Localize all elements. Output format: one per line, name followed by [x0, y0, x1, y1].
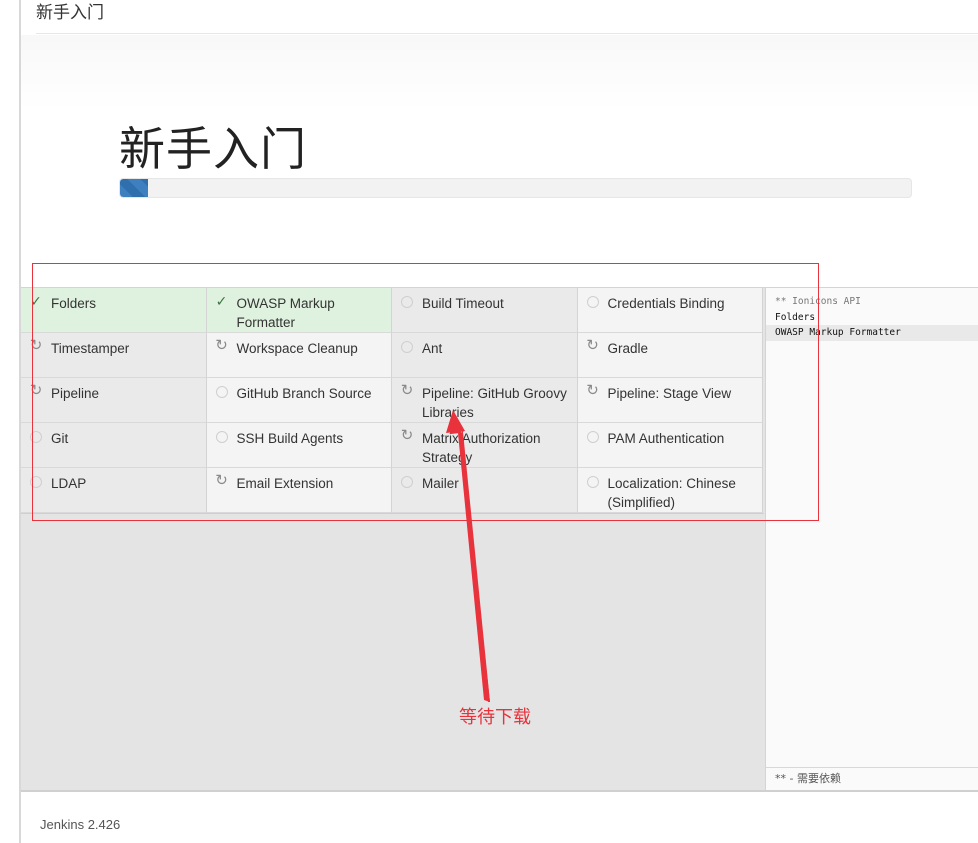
plugin-label: Localization: Chinese (Simplified): [607, 476, 736, 510]
plugin-label: Pipeline: [51, 386, 100, 401]
circle-icon: [401, 476, 413, 488]
plugin-item: Mailer: [392, 468, 578, 513]
plugin-label: Timestamper: [51, 341, 130, 356]
plugin-item: ↻ Timestamper: [21, 333, 207, 378]
plugin-label: Ant: [422, 341, 443, 356]
install-progress-fill: [120, 179, 148, 197]
plugin-item: ✓ OWASP Markup Formatter: [206, 288, 392, 333]
plugin-item: Git: [21, 423, 207, 468]
circle-icon: [586, 476, 599, 488]
circle-icon: [401, 296, 413, 308]
plugin-label: Pipeline: Stage View: [607, 386, 732, 401]
plugin-install-area: ✓ Folders ✓ OWASP Markup Formatter Build Tim…: [21, 287, 765, 790]
plugin-item: LDAP: [21, 468, 207, 513]
check-icon: ✓: [215, 293, 228, 309]
spinner-icon: ↻: [586, 382, 599, 399]
circle-icon: [401, 341, 413, 353]
page-footer: Jenkins 2.426: [21, 790, 978, 843]
circle-icon: [215, 431, 228, 443]
spinner-icon: ↻: [586, 337, 599, 354]
spinner-icon: ↻: [215, 472, 228, 489]
plugin-item: ↻ Pipeline: GitHub Groovy Libraries: [392, 378, 578, 423]
install-log-panel[interactable]: ** Ionicons API Folders OWASP Markup For…: [765, 287, 978, 790]
plugin-item: Ant: [392, 333, 578, 378]
plugin-item: SSH Build Agents: [206, 423, 392, 468]
plugin-item: ↻ Pipeline: Stage View: [577, 378, 763, 423]
plugin-item: ✓ Folders: [21, 288, 207, 333]
plugin-label: Build Timeout: [422, 296, 504, 311]
plugin-item: Localization: Chinese (Simplified): [577, 468, 763, 513]
plugin-label: Mailer: [422, 476, 459, 491]
plugin-label: Pipeline: GitHub Groovy Libraries: [422, 386, 567, 420]
plugin-label: Workspace Cleanup: [236, 341, 358, 356]
circle-icon: [30, 431, 42, 443]
log-line: ** Ionicons API: [775, 296, 861, 307]
check-icon: ✓: [30, 293, 42, 309]
plugin-label: LDAP: [51, 476, 87, 491]
log-line: Folders: [775, 311, 816, 323]
log-footer-legend: ** - 需要依赖: [766, 767, 978, 790]
spinner-icon: ↻: [215, 337, 228, 354]
setup-header: 新手入门: [21, 35, 978, 287]
page-title: 新手入门: [119, 122, 307, 176]
plugin-grid: ✓ Folders ✓ OWASP Markup Formatter Build Tim…: [21, 288, 764, 514]
window-title-bar: 新手入门: [36, 0, 978, 34]
circle-icon: [215, 386, 228, 398]
plugin-label: Email Extension: [236, 476, 334, 491]
circle-icon: [30, 476, 42, 488]
plugin-item: ↻ Matrix Authorization Strategy: [392, 423, 578, 468]
plugin-item: ↻ Gradle: [577, 333, 763, 378]
window-title: 新手入门: [36, 3, 104, 23]
plugin-item: Credentials Binding: [577, 288, 763, 333]
plugin-item: Build Timeout: [392, 288, 578, 333]
plugin-item: GitHub Branch Source: [206, 378, 392, 423]
plugin-label: GitHub Branch Source: [236, 386, 372, 401]
plugin-label: Gradle: [607, 341, 649, 356]
spinner-icon: ↻: [400, 382, 414, 399]
plugin-item: ↻ Pipeline: [21, 378, 207, 423]
spinner-icon: ↻: [400, 427, 414, 444]
plugin-label: Credentials Binding: [607, 296, 725, 311]
plugin-item: ↻ Workspace Cleanup: [206, 333, 392, 378]
plugin-item: PAM Authentication: [577, 423, 763, 468]
log-line: OWASP Markup Formatter: [766, 325, 978, 341]
left-rail: [0, 0, 21, 843]
install-progress-bar: [119, 178, 912, 198]
circle-icon: [586, 431, 599, 443]
jenkins-version: Jenkins 2.426: [40, 817, 121, 832]
plugin-label: Folders: [51, 296, 97, 311]
plugin-label: SSH Build Agents: [236, 431, 344, 446]
annotation-label: 等待下载: [459, 707, 531, 728]
plugin-label: PAM Authentication: [607, 431, 725, 446]
plugin-label: Git: [51, 431, 69, 446]
plugin-item: ↻ Email Extension: [206, 468, 392, 513]
circle-icon: [586, 296, 599, 308]
plugin-label: Matrix Authorization Strategy: [422, 431, 541, 465]
spinner-icon: ↻: [29, 382, 43, 399]
plugin-label: OWASP Markup Formatter: [236, 296, 335, 330]
spinner-icon: ↻: [29, 337, 43, 354]
